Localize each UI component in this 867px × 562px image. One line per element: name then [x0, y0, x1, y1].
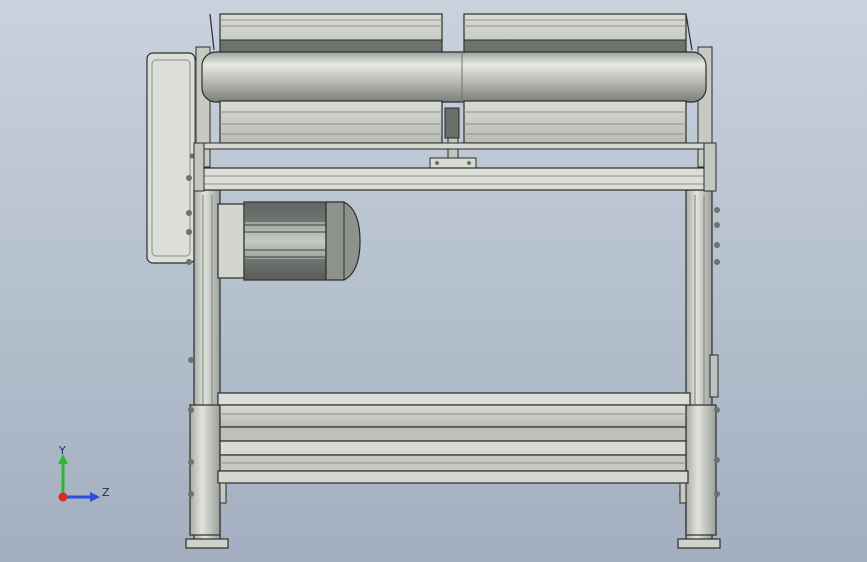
- return-belt[interactable]: [219, 100, 687, 144]
- control-box[interactable]: [146, 52, 196, 265]
- lower-shelf[interactable]: [217, 392, 691, 504]
- x-axis-dot: [58, 492, 68, 502]
- cad-viewport[interactable]: Y Z: [0, 0, 867, 562]
- z-axis-arrow: [63, 492, 100, 502]
- drive-roller[interactable]: [201, 51, 707, 103]
- z-axis-label: Z: [102, 486, 110, 499]
- y-axis-label: Y: [59, 444, 66, 457]
- gear-motor[interactable]: [217, 201, 361, 281]
- y-axis-arrow: [58, 454, 68, 497]
- conveyor-model[interactable]: [0, 0, 867, 562]
